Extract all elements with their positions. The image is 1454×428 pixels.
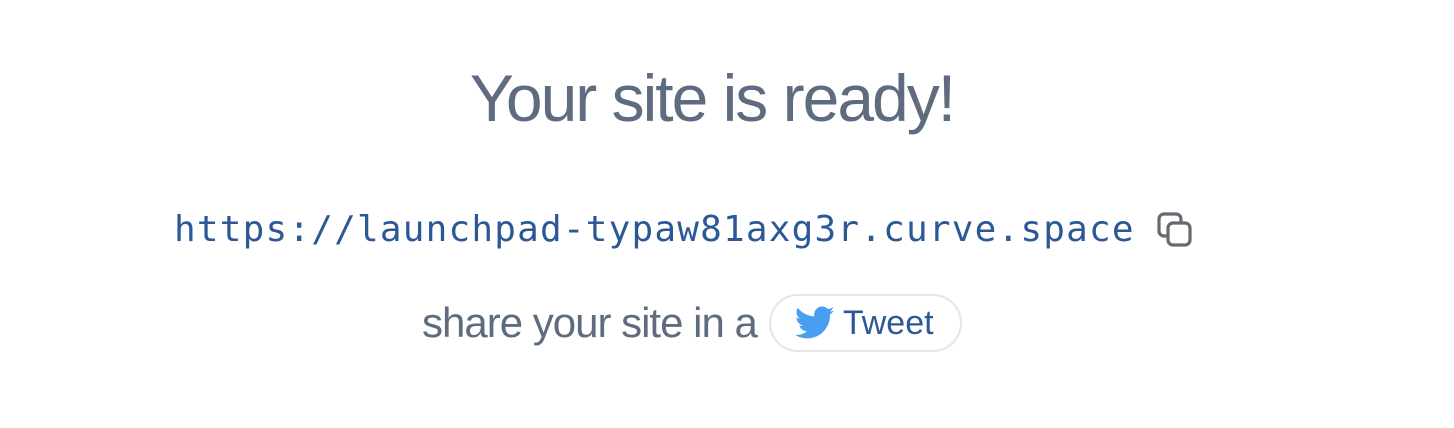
site-url-row: https://launchpad-typaw81axg3r.curve.spa…: [174, 200, 1195, 260]
page: Your site is ready! https://launchpad-ty…: [0, 0, 1454, 428]
tweet-label: Tweet: [842, 304, 934, 342]
tweet-button[interactable]: Tweet: [768, 294, 962, 352]
page-title: Your site is ready!: [469, 61, 956, 135]
share-row: share your site in a Tweet: [422, 292, 962, 354]
copy-icon: [1157, 212, 1192, 247]
site-url-link[interactable]: https://launchpad-typaw81axg3r.curve.spa…: [174, 200, 1135, 260]
share-text: share your site in a: [422, 299, 758, 346]
twitter-bird-icon: [794, 306, 835, 339]
copy-url-button[interactable]: [1155, 210, 1195, 250]
